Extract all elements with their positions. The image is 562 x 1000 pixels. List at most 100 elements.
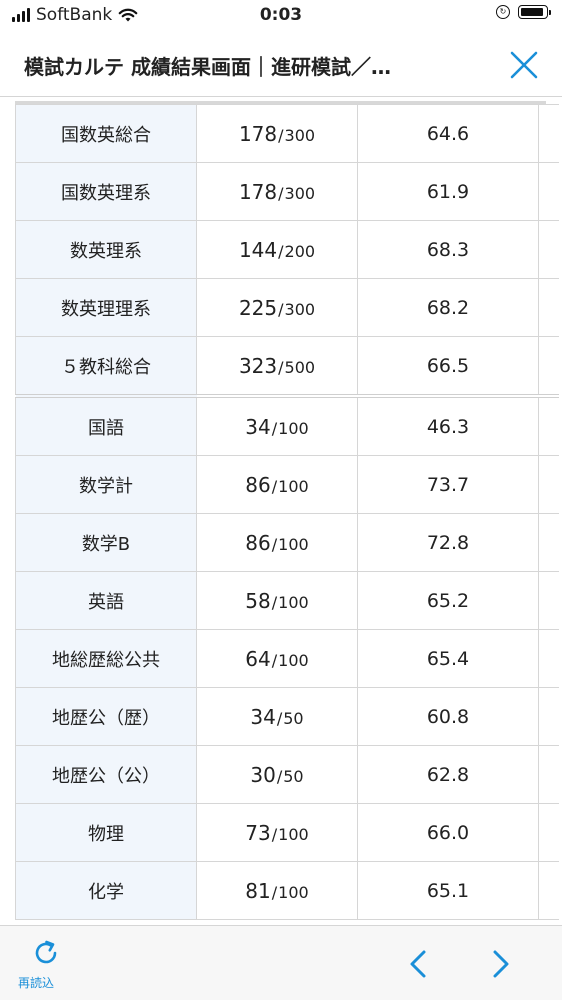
battery-icon <box>518 5 551 19</box>
page-header: 模試カルテ 成績結果画面｜進研模試／… <box>0 34 562 97</box>
next-column-cell <box>538 220 559 279</box>
deviation-value: 72.8 <box>426 531 470 554</box>
deviation-cell: 65.4 <box>357 629 539 688</box>
subject-name: 数学B <box>81 533 131 555</box>
deviation-cell: 72.8 <box>357 513 539 572</box>
subject-cell: 数英理理系 <box>15 278 197 337</box>
table-row: 地歴公（歴） 34/50 60.8 <box>15 687 559 746</box>
score-separator: / <box>276 766 283 786</box>
next-column-cell <box>538 455 559 514</box>
table-row: 国数英理系 178/300 61.9 <box>15 162 559 221</box>
max-score: 100 <box>278 592 309 612</box>
score-cell: 64/100 <box>196 629 358 688</box>
back-button[interactable] <box>402 944 434 984</box>
deviation-cell: 64.6 <box>357 104 539 163</box>
next-column-cell <box>538 803 559 862</box>
max-score: 100 <box>278 650 309 670</box>
subject-name: 地総歴総公共 <box>52 649 160 671</box>
score-cell: 81/100 <box>196 861 358 920</box>
next-column-cell <box>538 336 559 397</box>
max-score: 100 <box>278 418 309 438</box>
next-column-cell <box>538 394 559 456</box>
table-row: 数英理系 144/200 68.3 <box>15 220 559 279</box>
subject-cell: 国数英総合 <box>15 104 197 163</box>
score-value: 144 <box>238 237 278 262</box>
max-score: 50 <box>283 708 304 728</box>
deviation-value: 46.3 <box>426 415 470 438</box>
max-score: 100 <box>278 882 309 902</box>
next-column-cell <box>538 104 559 163</box>
subject-cell: 物理 <box>15 803 197 862</box>
score-cell: 30/50 <box>196 745 358 804</box>
status-time: 0:03 <box>259 5 303 25</box>
max-score: 100 <box>278 824 309 844</box>
score-value: 58 <box>245 588 271 613</box>
score-value: 64 <box>245 646 271 671</box>
subject-cell: 国語 <box>15 394 197 456</box>
deviation-cell: 60.8 <box>357 687 539 746</box>
score-value: 30 <box>250 762 276 787</box>
score-separator: / <box>278 299 284 319</box>
subject-name: 化学 <box>88 881 124 903</box>
subject-name: 国数英総合 <box>61 124 151 146</box>
deviation-value: 68.3 <box>426 238 470 261</box>
deviation-value: 73.7 <box>426 473 470 496</box>
next-column-cell <box>538 687 559 746</box>
score-separator: / <box>271 418 278 438</box>
subject-cell: 地歴公（歴） <box>15 687 197 746</box>
score-separator: / <box>276 708 283 728</box>
max-score: 100 <box>278 476 309 496</box>
table-row: 数学B 86/100 72.8 <box>15 513 559 572</box>
score-value: 225 <box>238 295 278 320</box>
max-score: 300 <box>284 183 316 203</box>
deviation-value: 61.9 <box>426 180 470 203</box>
table-row: 数英理理系 225/300 68.2 <box>15 278 559 337</box>
close-button[interactable] <box>506 47 542 83</box>
score-separator: / <box>271 476 278 496</box>
table-row: 数学計 86/100 73.7 <box>15 455 559 514</box>
deviation-value: 68.2 <box>426 296 470 319</box>
grades-table: 国数英総合 178/300 64.6 国数英理系 178/300 61.9 数英理系 144/… <box>15 104 559 920</box>
table-row: 物理 73/100 66.0 <box>15 803 559 862</box>
results-content[interactable]: 国数英総合 178/300 64.6 国数英理系 178/300 61.9 数英理系 144/… <box>0 97 562 925</box>
next-column-cell <box>538 278 559 337</box>
score-cell: 144/200 <box>196 220 358 279</box>
subject-cell: ５教科総合 <box>15 336 197 397</box>
score-separator: / <box>271 650 278 670</box>
status-bar: SoftBank 0:03 ↻ <box>0 0 562 34</box>
table-row: ５教科総合 323/500 66.5 <box>15 336 559 397</box>
score-separator: / <box>271 592 278 612</box>
deviation-cell: 68.3 <box>357 220 539 279</box>
deviation-cell: 73.7 <box>357 455 539 514</box>
deviation-value: 65.1 <box>426 879 470 902</box>
score-separator: / <box>278 125 284 145</box>
table-row: 英語 58/100 65.2 <box>15 571 559 630</box>
subject-cell: 数学B <box>15 513 197 572</box>
deviation-value: 64.6 <box>426 122 470 145</box>
page-title: 模試カルテ 成績結果画面｜進研模試／… <box>24 55 391 79</box>
score-cell: 34/100 <box>196 394 358 456</box>
score-cell: 73/100 <box>196 803 358 862</box>
subject-name: 英語 <box>88 591 124 613</box>
score-cell: 225/300 <box>196 278 358 337</box>
score-value: 178 <box>238 121 278 146</box>
score-cell: 34/50 <box>196 687 358 746</box>
table-row: 国語 34/100 46.3 <box>15 394 559 456</box>
max-score: 200 <box>284 241 316 261</box>
subject-cell: 地総歴総公共 <box>15 629 197 688</box>
subject-cell: 化学 <box>15 861 197 920</box>
score-value: 81 <box>245 878 271 903</box>
score-separator: / <box>278 183 284 203</box>
forward-button[interactable] <box>485 944 517 984</box>
bottom-toolbar: 再読込 <box>0 925 562 1000</box>
reload-button[interactable]: 再読込 <box>18 938 86 991</box>
table-row: 地総歴総公共 64/100 65.4 <box>15 629 559 688</box>
table-row: 化学 81/100 65.1 <box>15 861 559 920</box>
score-value: 86 <box>245 472 271 497</box>
orientation-lock-icon: ↻ <box>496 5 510 19</box>
score-cell: 58/100 <box>196 571 358 630</box>
next-column-cell <box>538 745 559 804</box>
subject-name: 数学計 <box>79 475 133 497</box>
deviation-cell: 61.9 <box>357 162 539 221</box>
score-separator: / <box>278 357 284 377</box>
